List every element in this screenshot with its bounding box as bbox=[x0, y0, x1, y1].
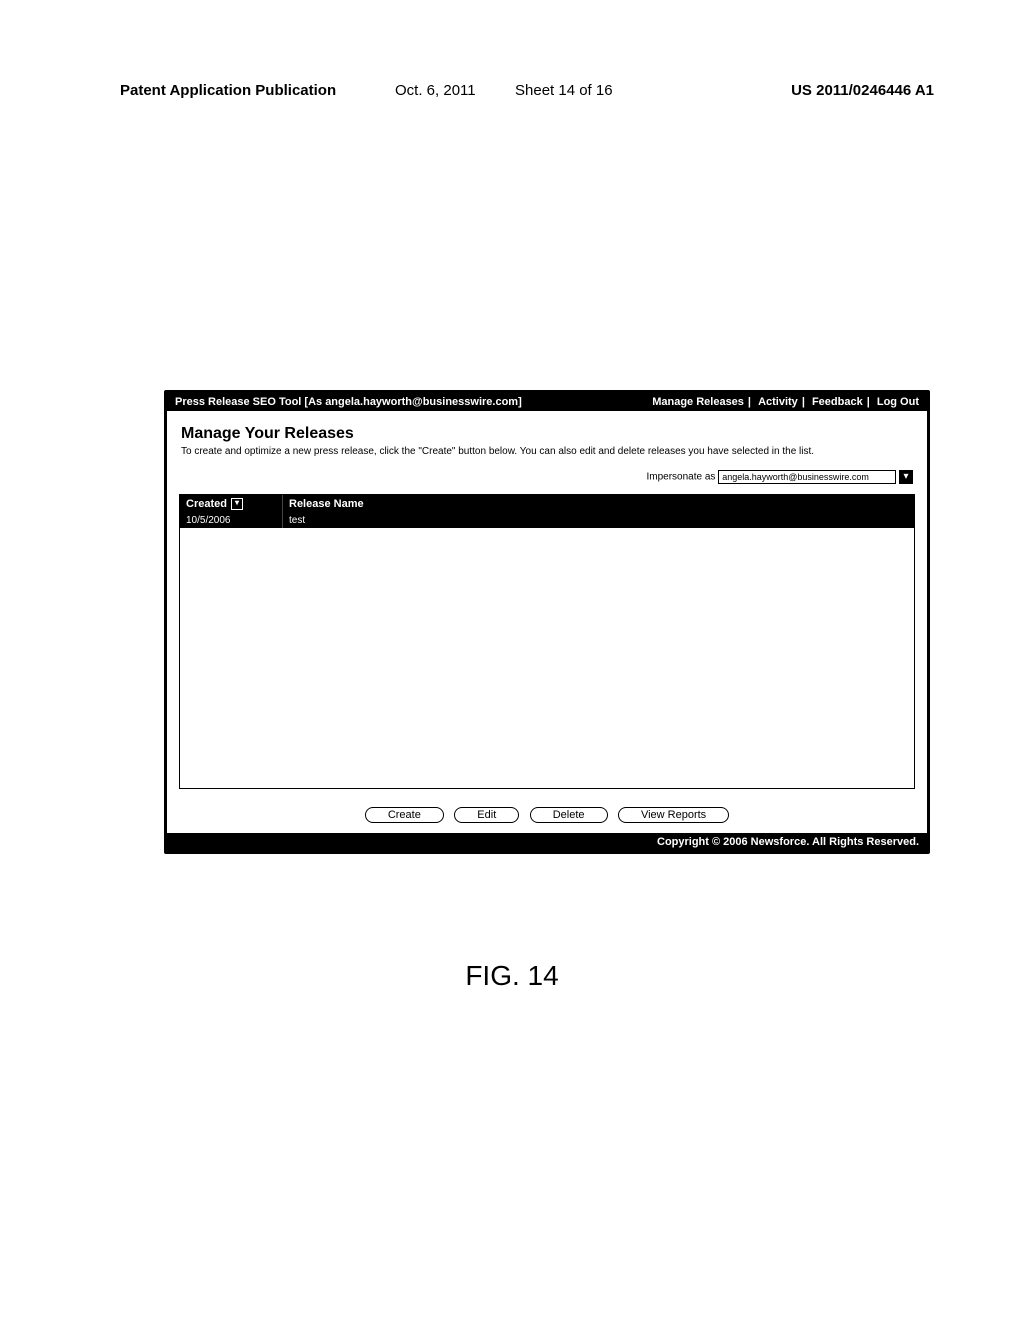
nav-feedback[interactable]: Feedback bbox=[812, 396, 863, 408]
view-reports-button[interactable]: View Reports bbox=[618, 807, 729, 823]
column-header-created[interactable]: Created ▾ bbox=[180, 495, 283, 513]
section-heading: Manage Your Releases bbox=[181, 425, 913, 443]
edit-button[interactable]: Edit bbox=[454, 807, 519, 823]
table-header-row: Created ▾ Release Name bbox=[180, 495, 914, 513]
nav-links: Manage Releases| Activity| Feedback| Log… bbox=[652, 396, 919, 408]
publication-label: Patent Application Publication bbox=[120, 82, 336, 99]
impersonate-select[interactable]: angela.hayworth@businesswire.com bbox=[718, 470, 896, 484]
cell-release-name: test bbox=[283, 513, 914, 528]
chevron-down-icon[interactable]: ▾ bbox=[899, 470, 913, 484]
cell-created: 10/5/2006 bbox=[180, 513, 283, 528]
section-description: To create and optimize a new press relea… bbox=[181, 445, 913, 458]
releases-table: Created ▾ Release Name 10/5/2006 test bbox=[179, 494, 915, 789]
impersonate-label: Impersonate as bbox=[647, 472, 716, 483]
top-nav-bar: Press Release SEO Tool [As angela.haywor… bbox=[167, 393, 927, 411]
create-button[interactable]: Create bbox=[365, 807, 444, 823]
app-title: Press Release SEO Tool [As angela.haywor… bbox=[175, 396, 522, 408]
sheet-number: Sheet 14 of 16 bbox=[515, 82, 613, 99]
action-button-row: Create Edit Delete View Reports bbox=[167, 799, 927, 833]
column-header-release-name[interactable]: Release Name bbox=[283, 495, 914, 513]
sort-icon[interactable]: ▾ bbox=[231, 498, 243, 510]
copyright-footer: Copyright © 2006 Newsforce. All Rights R… bbox=[167, 833, 927, 851]
nav-logout[interactable]: Log Out bbox=[877, 396, 919, 408]
nav-activity[interactable]: Activity bbox=[758, 396, 798, 408]
app-window: Press Release SEO Tool [As angela.haywor… bbox=[164, 390, 930, 854]
publication-number: US 2011/0246446 A1 bbox=[791, 82, 934, 99]
nav-manage-releases[interactable]: Manage Releases bbox=[652, 396, 744, 408]
column-header-created-label: Created bbox=[186, 498, 227, 510]
impersonate-row: Impersonate as angela.hayworth@businessw… bbox=[181, 470, 913, 484]
table-row[interactable]: 10/5/2006 test bbox=[180, 513, 914, 528]
delete-button[interactable]: Delete bbox=[530, 807, 608, 823]
publication-date: Oct. 6, 2011 bbox=[395, 82, 476, 99]
table-empty-area bbox=[180, 528, 914, 788]
figure-label: FIG. 14 bbox=[0, 960, 1024, 992]
patent-page-header: Patent Application Publication Oct. 6, 2… bbox=[120, 82, 934, 99]
